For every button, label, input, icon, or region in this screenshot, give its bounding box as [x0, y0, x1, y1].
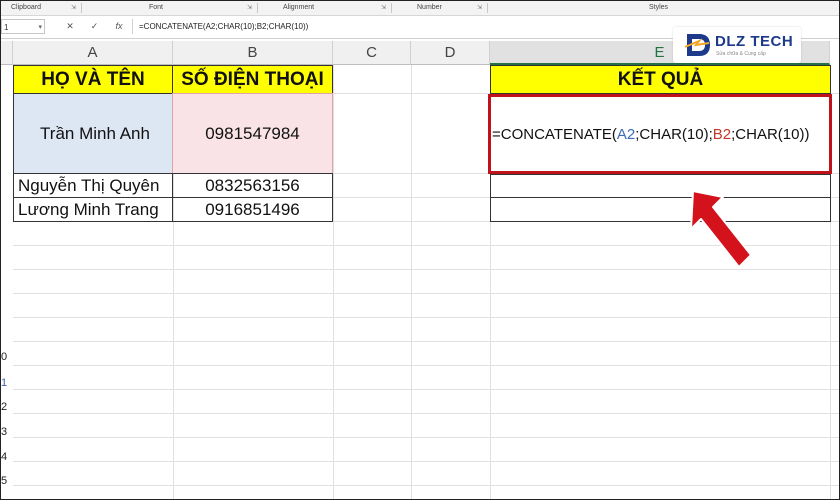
dlz-logo-icon: [684, 34, 710, 56]
excel-window: Clipboard ⇲ Font ⇲ Alignment ⇲ Number ⇲ …: [0, 0, 840, 500]
cell-a2[interactable]: Trần Minh Anh: [13, 93, 173, 174]
chevron-down-icon[interactable]: ▾: [38, 20, 42, 35]
formula-part: ;CHAR(10)): [731, 125, 810, 143]
dialog-launcher-icon[interactable]: ⇲: [71, 4, 76, 11]
column-header-c[interactable]: C: [333, 41, 411, 65]
formula-ref-b2: B2: [712, 125, 732, 143]
cell-e3[interactable]: [490, 174, 831, 198]
select-all-corner[interactable]: [1, 41, 13, 65]
annotation-arrow-icon: [690, 190, 752, 268]
row-number[interactable]: 2: [1, 401, 7, 413]
column-header-b[interactable]: B: [173, 41, 333, 65]
row-number[interactable]: 4: [1, 451, 7, 463]
row-number[interactable]: 1: [1, 377, 7, 389]
dialog-launcher-icon[interactable]: ⇲: [477, 4, 482, 11]
ribbon-group-font[interactable]: Font: [149, 4, 163, 11]
logo-text: DLZ TECH: [715, 33, 794, 50]
formula-part: =CONCATENATE(: [492, 125, 617, 143]
cell-a3[interactable]: Nguyễn Thị Quyên: [13, 173, 173, 198]
column-header-d[interactable]: D: [411, 41, 490, 65]
row-number[interactable]: 0: [1, 351, 7, 363]
dialog-launcher-icon[interactable]: ⇲: [247, 4, 252, 11]
ribbon-group-clipboard[interactable]: Clipboard: [11, 4, 41, 11]
ribbon-group-number[interactable]: Number: [417, 4, 442, 11]
header-cell-name[interactable]: HỌ VÀ TÊN: [13, 65, 173, 94]
formula-part: ;CHAR(10);: [635, 125, 713, 143]
dialog-launcher-icon[interactable]: ⇲: [381, 4, 386, 11]
row-number[interactable]: 3: [1, 426, 7, 438]
ribbon-group-styles[interactable]: Styles: [649, 4, 668, 11]
cell-a4[interactable]: Lương Minh Trang: [13, 197, 173, 222]
column-header-a[interactable]: A: [13, 41, 173, 65]
formula-buttons: ✕ ✓ fx: [59, 19, 130, 34]
cell-e2-active[interactable]: =CONCATENATE(A2 ;CHAR(10); B2 ;CHAR(10)): [488, 94, 832, 174]
header-cell-result[interactable]: KẾT QUẢ: [490, 65, 831, 94]
row-number[interactable]: 5: [1, 475, 7, 487]
ribbon-group-alignment[interactable]: Alignment: [283, 4, 314, 11]
cell-e4[interactable]: [490, 197, 831, 222]
dlz-tech-logo: DLZ TECH Sửa chữa & Cung cấp: [673, 27, 801, 63]
name-box-value: 1: [4, 23, 9, 32]
logo-subtitle: Sửa chữa & Cung cấp: [716, 51, 766, 57]
enter-icon[interactable]: ✓: [84, 19, 106, 34]
ribbon-group-labels: Clipboard ⇲ Font ⇲ Alignment ⇲ Number ⇲ …: [1, 1, 839, 16]
formula-ref-a2: A2: [616, 125, 636, 143]
cell-b2[interactable]: 0981547984: [172, 93, 333, 174]
header-cell-phone[interactable]: SỐ ĐIỆN THOẠI: [172, 65, 333, 94]
cancel-icon[interactable]: ✕: [59, 19, 81, 34]
cell-b3[interactable]: 0832563156: [172, 173, 333, 198]
name-box[interactable]: 1 ▾: [1, 19, 45, 34]
insert-function-icon[interactable]: fx: [108, 19, 130, 34]
cell-b4[interactable]: 0916851496: [172, 197, 333, 222]
